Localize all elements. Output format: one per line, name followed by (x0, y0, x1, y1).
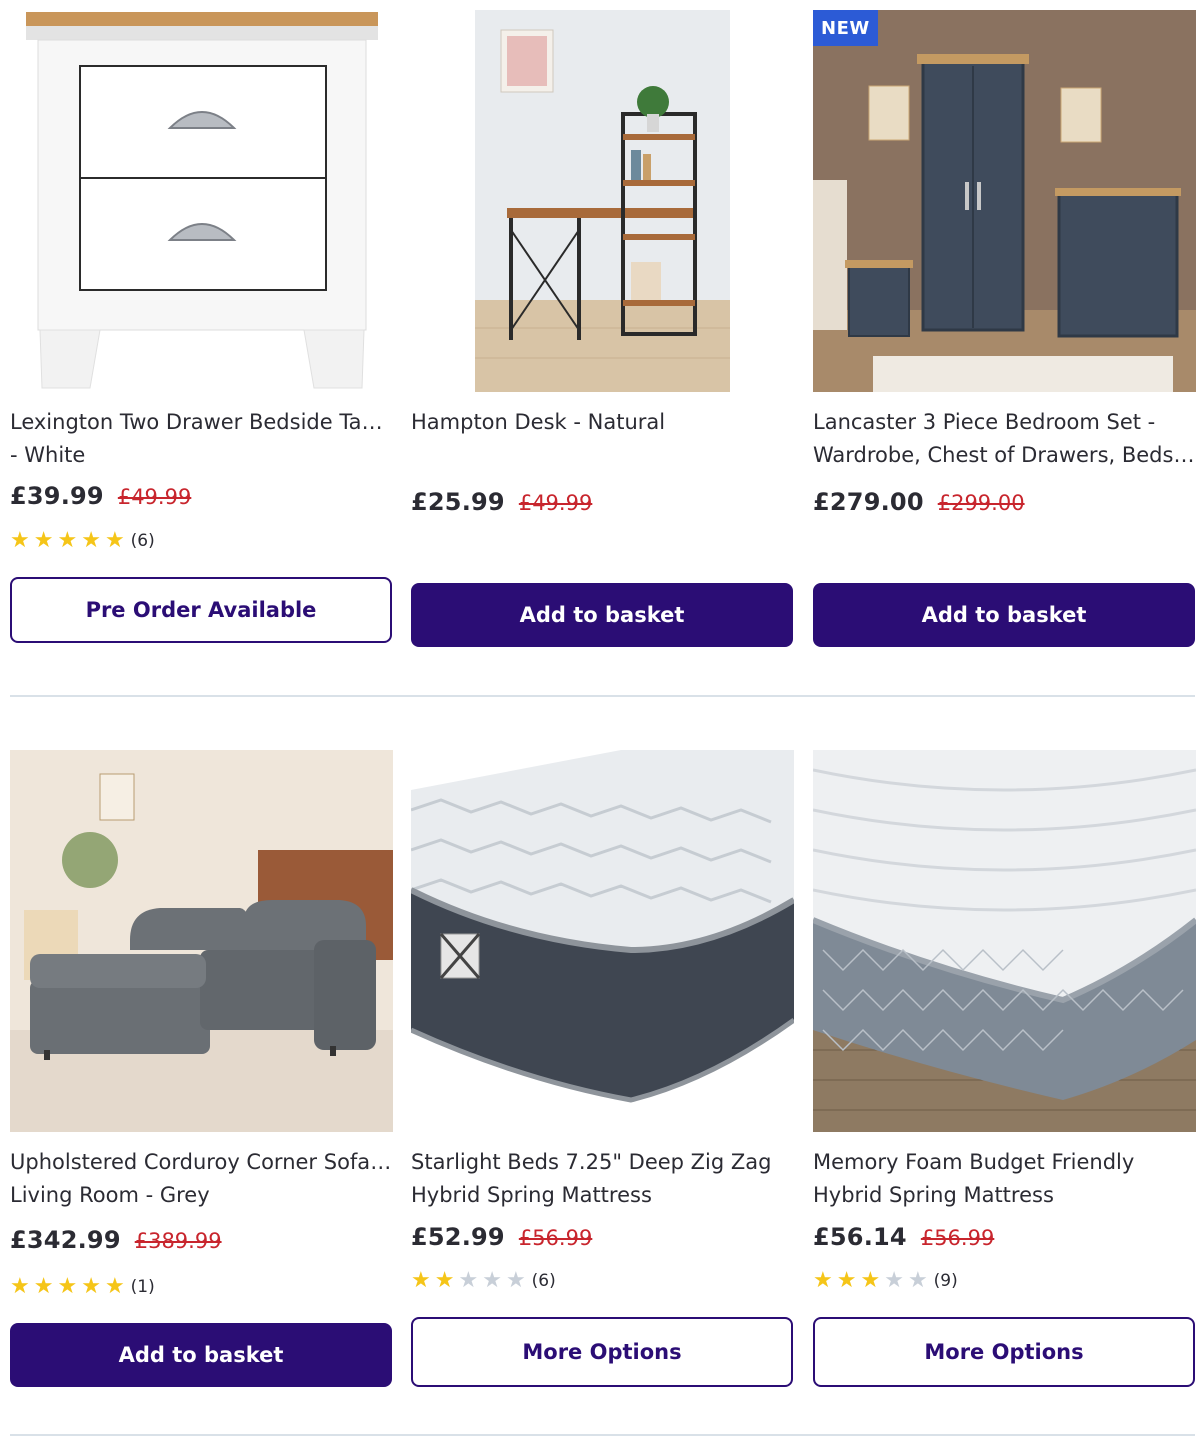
price-row: £56.14 £56.99 (813, 1223, 994, 1251)
star-rating[interactable]: ★ ★ ★ ★ ★ (6) (10, 530, 155, 552)
more-options-button[interactable]: More Options (813, 1317, 1195, 1387)
product-title[interactable]: Lancaster 3 Piece Bedroom Set - Wardrobe… (813, 406, 1196, 472)
review-count[interactable]: (1) (131, 1277, 155, 1297)
star-icon: ★ (104, 528, 125, 553)
star-icon: ★ (33, 528, 54, 553)
add-to-basket-button[interactable]: Add to basket (10, 1323, 392, 1387)
product-title-line[interactable]: Lexington Two Drawer Bedside Table (10, 406, 393, 439)
star-icon: ★ (505, 1268, 526, 1293)
price-row: £342.99 £389.99 (10, 1226, 222, 1254)
review-count[interactable]: (6) (131, 531, 155, 551)
product-title-line[interactable]: Lancaster 3 Piece Bedroom Set - (813, 406, 1196, 439)
product-card[interactable]: Hampton Desk - Natural £25.99 £49.99 Add… (411, 10, 794, 650)
bedside-table-image (10, 10, 393, 392)
row-divider (10, 695, 1195, 697)
more-options-button[interactable]: More Options (411, 1317, 793, 1387)
product-title[interactable]: Upholstered Corduroy Corner Sofa for Liv… (10, 1146, 393, 1212)
price-row: £279.00 £299.00 (813, 488, 1025, 516)
product-title-line[interactable]: Hampton Desk - Natural (411, 406, 794, 439)
star-icon: ★ (884, 1268, 904, 1293)
product-image[interactable]: NEW (813, 10, 1196, 392)
star-icon: ★ (482, 1268, 502, 1293)
star-icon: ★ (104, 1274, 125, 1299)
product-image[interactable] (10, 10, 393, 392)
review-count[interactable]: (6) (532, 1271, 556, 1291)
current-price: £25.99 (411, 488, 505, 516)
new-badge: NEW (813, 10, 878, 46)
star-icon: ★ (33, 1274, 54, 1299)
current-price: £56.14 (813, 1223, 907, 1251)
star-icon: ★ (57, 1274, 78, 1299)
star-rating[interactable]: ★ ★ ★ ★ ★ (1) (10, 1276, 155, 1298)
star-icon: ★ (10, 528, 30, 553)
desk-image (411, 10, 794, 392)
product-title-line[interactable]: Hybrid Spring Mattress (813, 1179, 1196, 1212)
product-title-line[interactable]: Hybrid Spring Mattress (411, 1179, 794, 1212)
star-icon: ★ (458, 1268, 479, 1293)
current-price: £279.00 (813, 488, 924, 516)
product-image[interactable] (813, 750, 1196, 1132)
memory-foam-mattress-image (813, 750, 1196, 1132)
product-title-line[interactable]: Living Room - Grey (10, 1179, 393, 1212)
star-icon: ★ (813, 1268, 833, 1293)
bedroom-set-image (813, 10, 1196, 392)
was-price: £389.99 (134, 1229, 222, 1253)
star-icon: ★ (907, 1268, 928, 1293)
star-rating[interactable]: ★ ★ ★ ★ ★ (6) (411, 1270, 556, 1292)
product-title[interactable]: Memory Foam Budget Friendly Hybrid Sprin… (813, 1146, 1196, 1212)
was-price: £299.00 (937, 491, 1025, 515)
star-icon: ★ (10, 1274, 30, 1299)
row-divider (10, 1434, 1195, 1436)
product-card[interactable]: Upholstered Corduroy Corner Sofa for Liv… (10, 750, 393, 1390)
star-icon: ★ (860, 1268, 881, 1293)
product-title[interactable]: Hampton Desk - Natural (411, 406, 794, 439)
was-price: £56.99 (920, 1226, 995, 1250)
star-icon: ★ (81, 1274, 101, 1299)
current-price: £52.99 (411, 1223, 505, 1251)
product-title-line[interactable]: Wardrobe, Chest of Drawers, Bedsid... (813, 439, 1196, 472)
add-to-basket-button[interactable]: Add to basket (813, 583, 1195, 647)
product-title[interactable]: Starlight Beds 7.25" Deep Zig Zag Hybrid… (411, 1146, 794, 1212)
star-icon: ★ (411, 1268, 431, 1293)
zigzag-mattress-image (411, 750, 794, 1132)
product-image[interactable] (411, 10, 794, 392)
product-title-line[interactable]: Starlight Beds 7.25" Deep Zig Zag (411, 1146, 794, 1179)
product-image[interactable] (411, 750, 794, 1132)
was-price: £49.99 (518, 491, 593, 515)
product-title-line[interactable]: Memory Foam Budget Friendly (813, 1146, 1196, 1179)
price-row: £25.99 £49.99 (411, 488, 592, 516)
product-card[interactable]: Memory Foam Budget Friendly Hybrid Sprin… (813, 750, 1196, 1390)
current-price: £39.99 (10, 482, 104, 510)
product-title[interactable]: Lexington Two Drawer Bedside Table - Whi… (10, 406, 393, 472)
corner-sofa-image (10, 750, 393, 1132)
star-icon: ★ (57, 528, 78, 553)
product-title-line[interactable]: Upholstered Corduroy Corner Sofa for (10, 1146, 393, 1179)
product-title-line[interactable]: - White (10, 439, 393, 472)
was-price: £56.99 (518, 1226, 593, 1250)
product-card[interactable]: Starlight Beds 7.25" Deep Zig Zag Hybrid… (411, 750, 794, 1390)
price-row: £52.99 £56.99 (411, 1223, 592, 1251)
pre-order-button[interactable]: Pre Order Available (10, 577, 392, 643)
price-row: £39.99 £49.99 (10, 482, 191, 510)
star-icon: ★ (836, 1268, 857, 1293)
review-count[interactable]: (9) (934, 1271, 958, 1291)
product-card[interactable]: Lexington Two Drawer Bedside Table - Whi… (10, 10, 393, 650)
star-icon: ★ (434, 1268, 455, 1293)
star-icon: ★ (81, 528, 101, 553)
product-card[interactable]: NEW Lancaster 3 Piece Bedroom Set - Ward… (813, 10, 1196, 650)
add-to-basket-button[interactable]: Add to basket (411, 583, 793, 647)
was-price: £49.99 (117, 485, 192, 509)
current-price: £342.99 (10, 1226, 121, 1254)
product-image[interactable] (10, 750, 393, 1132)
star-rating[interactable]: ★ ★ ★ ★ ★ (9) (813, 1270, 958, 1292)
